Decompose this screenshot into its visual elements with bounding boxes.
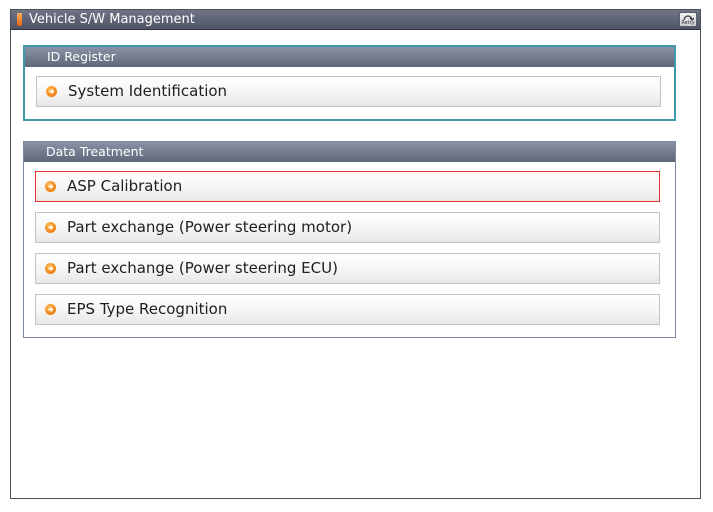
vehicle-sw-management-window: Vehicle S/W Management Retry ID Register…: [10, 9, 701, 499]
title-bar: Vehicle S/W Management Retry: [11, 10, 700, 30]
id-register-panel: ID Register System Identification: [23, 45, 676, 121]
arrow-bullet-icon: [45, 222, 56, 233]
data-treatment-header: Data Treatment: [24, 142, 675, 162]
menu-item-part-exchange-motor[interactable]: Part exchange (Power steering motor): [35, 212, 660, 243]
arrow-bullet-icon: [45, 304, 56, 315]
menu-item-system-identification[interactable]: System Identification: [36, 76, 661, 107]
menu-item-label: System Identification: [68, 82, 228, 100]
arrow-bullet-icon: [45, 181, 56, 192]
menu-item-asp-calibration[interactable]: ASP Calibration: [35, 171, 660, 202]
arrow-bullet-icon: [45, 263, 56, 274]
menu-item-label: Part exchange (Power steering ECU): [67, 259, 338, 277]
menu-item-label: EPS Type Recognition: [67, 300, 228, 318]
menu-item-eps-type-recognition[interactable]: EPS Type Recognition: [35, 294, 660, 325]
menu-item-part-exchange-ecu[interactable]: Part exchange (Power steering ECU): [35, 253, 660, 284]
data-treatment-panel: Data Treatment ASP Calibration Part exch…: [23, 141, 676, 338]
retry-button[interactable]: Retry: [679, 12, 697, 27]
app-icon: [17, 13, 22, 26]
retry-label: Retry: [681, 20, 695, 26]
menu-item-label: ASP Calibration: [67, 177, 183, 195]
window-title: Vehicle S/W Management: [29, 12, 195, 27]
menu-item-label: Part exchange (Power steering motor): [67, 218, 353, 236]
id-register-header: ID Register: [25, 47, 674, 67]
arrow-bullet-icon: [46, 86, 57, 97]
